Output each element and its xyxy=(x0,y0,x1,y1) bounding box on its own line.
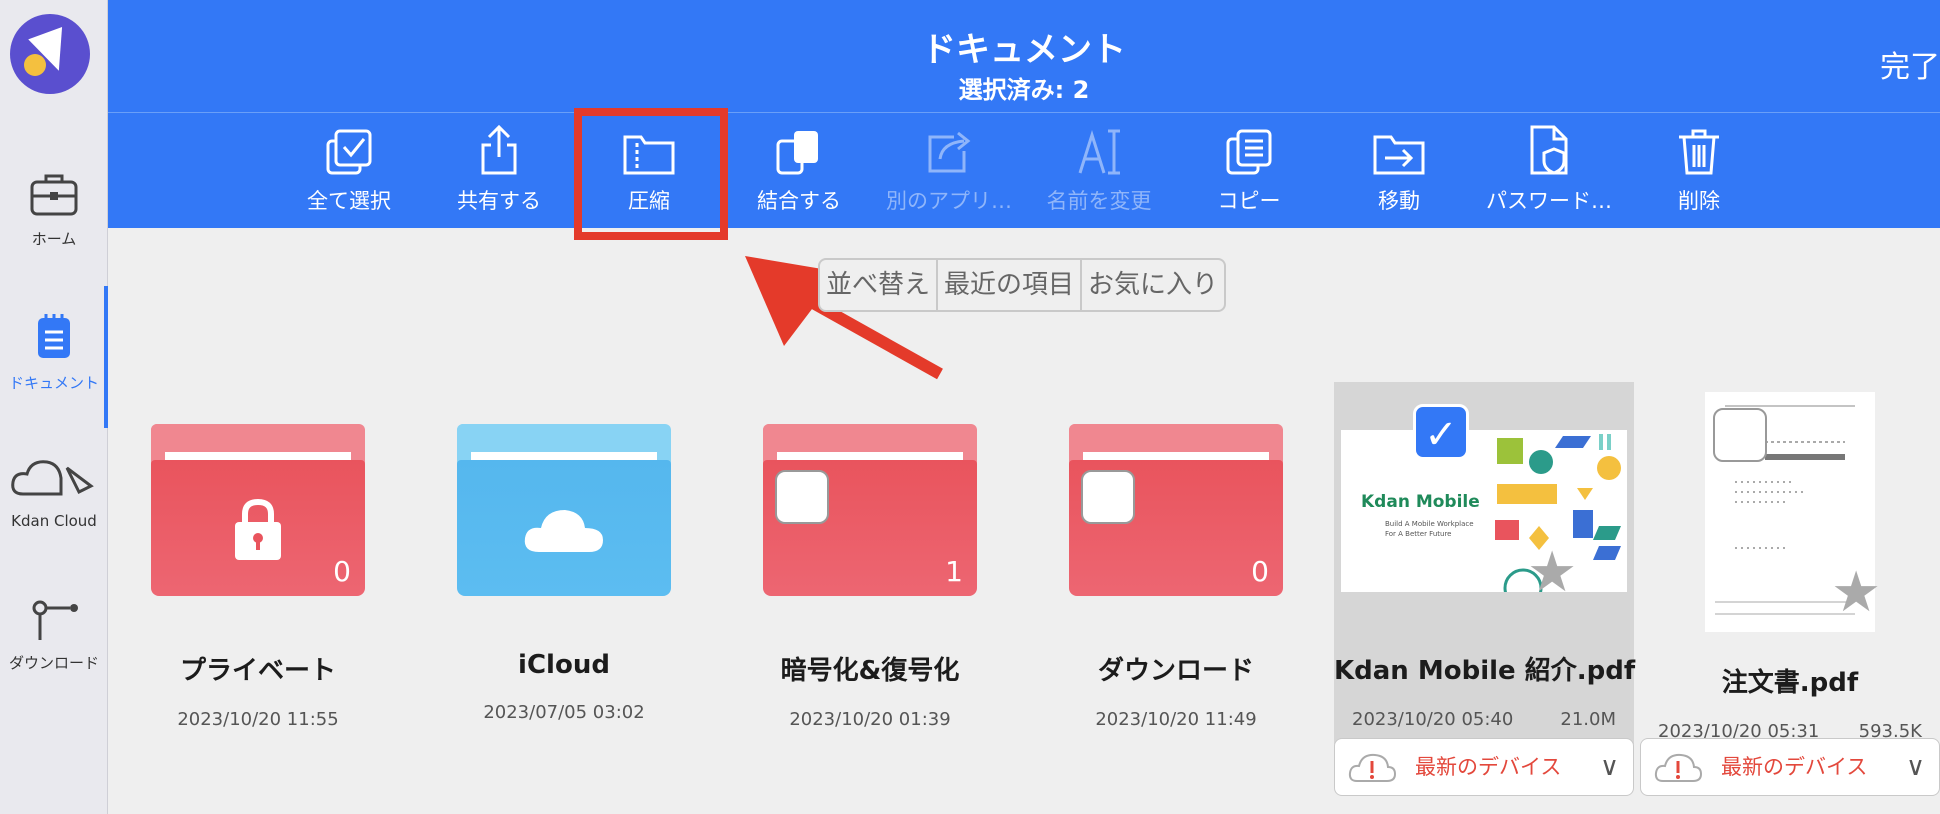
select-all-icon xyxy=(274,113,424,177)
rename-button[interactable]: 名前を変更 xyxy=(1024,113,1174,229)
password-icon xyxy=(1474,113,1624,177)
rename-icon xyxy=(1024,113,1174,177)
sort-option[interactable]: 並べ替え xyxy=(820,260,939,310)
download-icon xyxy=(28,592,80,644)
action-toolbar: 全て選択 共有する 圧縮 結合する 別のアプリ… 名前を変更 コピー 移動 パス… xyxy=(108,112,1940,228)
sidebar-item-label: ドキュメント xyxy=(8,374,99,392)
favorites-option[interactable]: お気に入り xyxy=(1082,260,1224,310)
thumb-title: Kdan Mobile xyxy=(1361,492,1480,512)
sidebar-item-label: Kdan Cloud xyxy=(11,512,97,530)
delete-button[interactable]: 削除 xyxy=(1624,113,1774,229)
device-status-label: 最新のデバイス xyxy=(1415,755,1562,779)
sidebar-item-documents[interactable]: ドキュメント xyxy=(0,312,108,393)
item-date: 2023/10/20 11:55 xyxy=(177,709,339,730)
cloud-warning-icon xyxy=(1654,753,1703,782)
selection-checkbox[interactable] xyxy=(775,470,829,524)
pdf-thumbnail: Kdan Mobile Build A Mobile Workplace For… xyxy=(1341,380,1627,605)
item-name: Kdan Mobile 紹介.pdf xyxy=(1334,656,1636,686)
open-in-app-button[interactable]: 別のアプリ… xyxy=(874,113,1024,229)
merge-icon xyxy=(724,113,874,177)
briefcase-icon xyxy=(28,168,80,220)
cloud-icon xyxy=(9,452,99,504)
item-name: iCloud xyxy=(518,650,610,680)
header: ドキュメント 選択済み: 2 完了 xyxy=(108,0,1940,112)
device-status-dropdown[interactable]: 最新のデバイス ∨ xyxy=(1640,738,1940,796)
item-date: 2023/10/20 05:40 xyxy=(1352,709,1514,730)
item-date: 2023/07/05 03:02 xyxy=(483,702,645,723)
document-icon xyxy=(28,312,80,364)
item-name: 注文書.pdf xyxy=(1721,668,1859,698)
folder-icon xyxy=(457,380,671,596)
thumb-subtitle: Build A Mobile Workplace xyxy=(1385,520,1474,528)
move-icon xyxy=(1324,113,1474,177)
favorite-star-icon[interactable]: ★ xyxy=(1527,540,1577,605)
item-count: 1 xyxy=(945,555,963,588)
favorite-star-icon[interactable]: ★ xyxy=(1831,560,1881,625)
folder-icon: 0 xyxy=(1069,380,1283,596)
page-title: ドキュメント xyxy=(922,30,1126,70)
file-item[interactable]: ★ 注文書.pdf 2023/10/20 05:31 593.5K xyxy=(1640,380,1940,742)
pdf-thumbnail: ★ xyxy=(1705,392,1881,632)
password-button[interactable]: パスワード… xyxy=(1474,113,1624,229)
item-date: 2023/10/20 11:49 xyxy=(1095,709,1257,730)
sidebar: ホーム ドキュメント Kdan Cloud ダウンロード xyxy=(0,0,108,814)
item-date: 2023/10/20 01:39 xyxy=(789,709,951,730)
copy-button[interactable]: コピー xyxy=(1174,113,1324,229)
file-item[interactable]: 0 プライベート 2023/10/20 11:55 xyxy=(108,380,408,730)
move-button[interactable]: 移動 xyxy=(1324,113,1474,229)
item-name: ダウンロード xyxy=(1097,656,1254,686)
sidebar-item-home[interactable]: ホーム xyxy=(0,168,108,249)
share-icon xyxy=(424,113,574,177)
chevron-down-icon: ∨ xyxy=(1599,752,1619,782)
file-item[interactable]: 0 ダウンロード 2023/10/20 11:49 xyxy=(1026,380,1326,730)
select-all-button[interactable]: 全て選択 xyxy=(274,113,424,229)
selected-checkmark-icon[interactable]: ✓ xyxy=(1413,404,1469,460)
sort-segmented-control: 並べ替え 最近の項目 お気に入り xyxy=(818,258,1227,312)
selection-checkbox[interactable] xyxy=(1081,470,1135,524)
item-count: 0 xyxy=(1251,555,1269,588)
trash-icon xyxy=(1624,113,1774,177)
open-in-icon xyxy=(874,113,1024,177)
file-item[interactable]: 1 暗号化&復号化 2023/10/20 01:39 xyxy=(720,380,1020,730)
thumb-subtitle: For A Better Future xyxy=(1385,530,1452,538)
recent-option[interactable]: 最近の項目 xyxy=(938,260,1083,310)
folder-icon: 1 xyxy=(763,380,977,596)
sidebar-item-label: ホーム xyxy=(31,230,77,248)
selection-count: 選択済み: 2 xyxy=(958,76,1090,104)
folder-icon: 0 xyxy=(151,380,365,596)
device-status-dropdown[interactable]: 最新のデバイス ∨ xyxy=(1334,738,1634,796)
app-logo[interactable] xyxy=(10,14,90,94)
chevron-down-icon: ∨ xyxy=(1905,752,1925,782)
share-button[interactable]: 共有する xyxy=(424,113,574,229)
sidebar-item-kdan-cloud[interactable]: Kdan Cloud xyxy=(0,452,108,530)
selection-checkbox[interactable] xyxy=(1713,408,1767,462)
file-item[interactable]: iCloud 2023/07/05 03:02 xyxy=(414,380,714,723)
sidebar-item-downloads[interactable]: ダウンロード xyxy=(0,592,108,673)
cloud-icon xyxy=(524,510,603,552)
merge-button[interactable]: 結合する xyxy=(724,113,874,229)
item-count: 0 xyxy=(333,555,351,588)
device-status-label: 最新のデバイス xyxy=(1721,755,1868,779)
sidebar-item-label: ダウンロード xyxy=(8,654,99,672)
copy-icon xyxy=(1174,113,1324,177)
item-name: プライベート xyxy=(179,656,336,686)
item-meta: 2023/10/20 05:40 21.0M xyxy=(1334,709,1634,730)
item-name: 暗号化&復号化 xyxy=(780,656,960,686)
done-button[interactable]: 完了 xyxy=(1880,42,1940,86)
cloud-warning-icon xyxy=(1348,753,1397,782)
lock-icon xyxy=(235,498,281,560)
file-item-selected[interactable]: Kdan Mobile Build A Mobile Workplace For… xyxy=(1334,380,1636,730)
compress-highlight-box xyxy=(574,108,728,240)
item-size: 21.0M xyxy=(1560,709,1616,730)
